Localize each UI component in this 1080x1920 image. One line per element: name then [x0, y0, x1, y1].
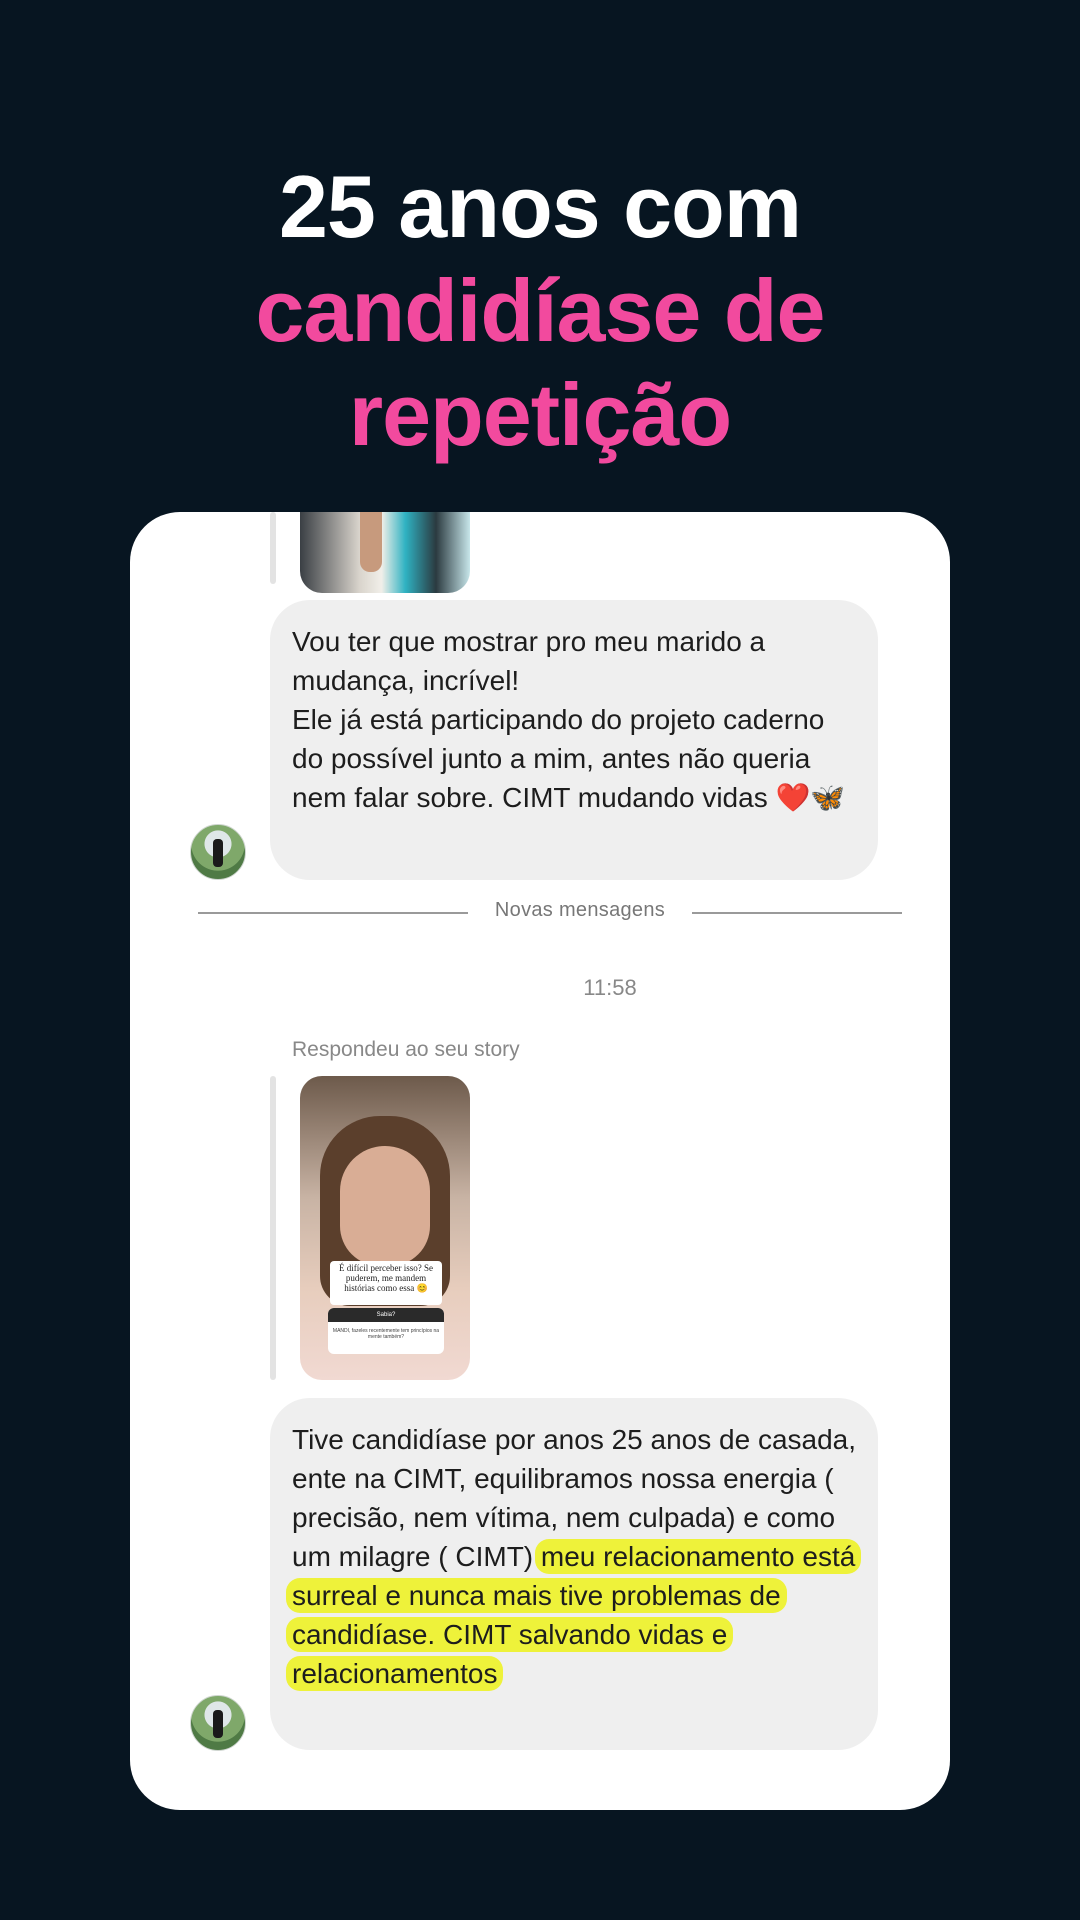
story-reply-bar — [270, 1076, 276, 1380]
avatar-figure — [213, 839, 223, 867]
message-timestamp: 11:58 — [583, 975, 637, 1000]
divider-line-left — [198, 912, 468, 914]
message-2-text: Tive candidíase por anos 25 anos de casa… — [286, 1420, 862, 1693]
story-text-sticker: É difícil perceber isso? Se puderem, me … — [330, 1261, 442, 1305]
story-question-header: Sabia? — [328, 1308, 444, 1322]
replied-to-story-label: Respondeu ao seu story — [292, 1038, 520, 1061]
story-thumbnail-figure — [360, 512, 382, 572]
chat-screenshot-card: Vou ter que mostrar pro meu marido a mud… — [130, 512, 950, 1810]
message-bubble-2[interactable]: Tive candidíase por anos 25 anos de casa… — [270, 1398, 878, 1750]
story-question-box: Sabia? MANDI, fazeles recentemente tem p… — [328, 1308, 444, 1354]
divider-line-right — [692, 912, 902, 914]
headline-line-2: candidíase de — [255, 261, 825, 360]
headline: 25 anos com candidíase de repetição — [0, 155, 1080, 467]
avatar-figure — [213, 1710, 223, 1738]
story-question-text: MANDI, fazeles recentemente tem princípi… — [332, 1328, 440, 1340]
story-thumbnail-previous[interactable] — [300, 512, 470, 593]
headline-line-3: repetição — [348, 365, 732, 464]
new-messages-divider: Novas mensagens — [494, 899, 666, 921]
message-bubble-1[interactable]: Vou ter que mostrar pro meu marido a mud… — [270, 600, 878, 880]
story-thumbnail[interactable]: É difícil perceber isso? Se puderem, me … — [300, 1076, 470, 1380]
sender-avatar[interactable] — [190, 824, 246, 880]
sender-avatar[interactable] — [190, 1695, 246, 1751]
story-person-face — [340, 1146, 430, 1266]
message-1-line-a: Vou ter que mostrar pro meu marido a mud… — [292, 626, 766, 696]
headline-line-1: 25 anos com — [278, 157, 802, 256]
message-1-line-b: Ele já está participando do projeto cade… — [292, 704, 846, 813]
story-reply-bar — [270, 512, 276, 584]
